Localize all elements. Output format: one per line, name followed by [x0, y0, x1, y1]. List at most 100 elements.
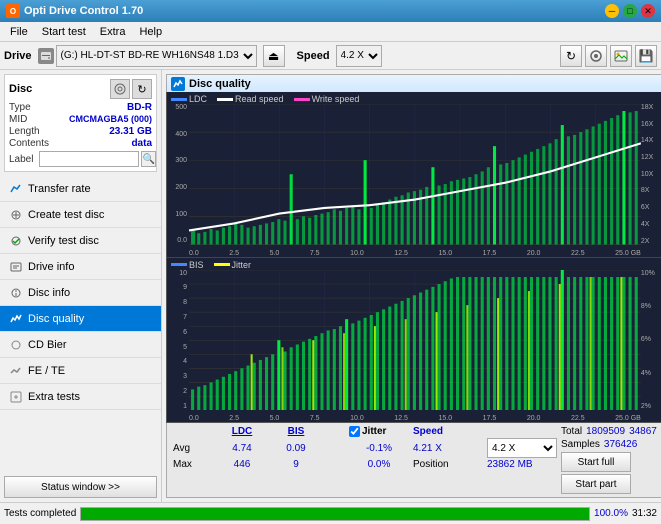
disc-refresh-icon[interactable]: ↻	[132, 79, 152, 99]
save-button[interactable]: 💾	[635, 45, 657, 67]
read-speed-legend-label: Read speed	[235, 94, 284, 104]
disc-label-button[interactable]: 🔍	[141, 151, 155, 167]
type-value: BD-R	[127, 102, 152, 113]
start-part-button[interactable]: Start part	[561, 474, 631, 494]
title-bar: O Opti Drive Control 1.70 ─ □ ✕	[0, 0, 661, 22]
minimize-button[interactable]: ─	[605, 4, 619, 18]
bottom-chart: BIS Jitter	[167, 258, 661, 423]
disc-panel: Disc ↻ Type BD-R MID CMCMAGBA5 (000) Len…	[4, 74, 157, 172]
max-jitter-value: 0.0%	[349, 459, 409, 470]
disc-label-input[interactable]	[39, 151, 139, 167]
top-chart-y-right: 18X 16X 14X 12X 10X 8X 6X 4X 2X	[641, 104, 661, 245]
right-stats: Total 1809509 34867 Samples 376426 Start…	[561, 426, 657, 494]
y-left-400: 400	[175, 131, 187, 138]
start-full-button[interactable]: Start full	[561, 452, 631, 472]
menu-extra[interactable]: Extra	[94, 24, 132, 40]
contents-value: data	[131, 138, 152, 149]
bis-legend-label: BIS	[189, 260, 204, 270]
app-title: Opti Drive Control 1.70	[24, 5, 143, 17]
sidebar-item-extra-tests[interactable]: Extra tests	[0, 384, 161, 410]
disc-quality-header: Disc quality	[166, 74, 661, 92]
sidebar: Disc ↻ Type BD-R MID CMCMAGBA5 (000) Len…	[0, 70, 162, 502]
ldc-legend-color	[171, 98, 187, 101]
sidebar-item-drive-info[interactable]: Drive info	[0, 254, 161, 280]
jitter-checkbox-label[interactable]: Jitter	[362, 426, 386, 437]
mid-value: CMCMAGBA5 (000)	[69, 114, 152, 125]
avg-bis-value: 0.09	[271, 443, 321, 454]
disc-quality-header-icon	[171, 77, 185, 91]
create-test-disc-icon	[8, 207, 24, 223]
sidebar-item-create-test-disc[interactable]: Create test disc	[0, 202, 161, 228]
transfer-rate-icon	[8, 181, 24, 197]
position-label: Position	[413, 459, 483, 470]
jitter-checkbox[interactable]	[349, 426, 360, 437]
samples-label: Samples	[561, 439, 600, 450]
drive-label: Drive	[4, 50, 32, 62]
progress-percent: 100.0%	[594, 508, 628, 519]
sidebar-item-disc-quality[interactable]: Disc quality	[0, 306, 161, 332]
length-label: Length	[9, 126, 40, 137]
menu-file[interactable]: File	[4, 24, 34, 40]
y-left-200: 200	[175, 184, 187, 191]
y-left-0: 0.0	[177, 237, 187, 244]
disc-label-label: Label	[9, 154, 33, 165]
top-chart-x-axis: 0.0 2.5 5.0 7.5 10.0 12.5 15.0 17.5 20.0…	[189, 250, 641, 257]
write-speed-legend-label: Write speed	[312, 94, 360, 104]
jitter-legend-color	[214, 263, 230, 266]
speed-select[interactable]: 4.2 X	[336, 45, 382, 67]
avg-row-label: Avg	[173, 443, 213, 454]
disc-quality-icon	[8, 311, 24, 327]
jitter-checkbox-container[interactable]: Jitter	[349, 426, 409, 437]
drive-select[interactable]: (G:) HL-DT-ST BD-RE WH16NS48 1.D3	[56, 45, 257, 67]
sidebar-item-disc-info[interactable]: Disc info	[0, 280, 161, 306]
avg-jitter-value: -0.1%	[349, 443, 409, 454]
config-button[interactable]	[585, 45, 607, 67]
sidebar-item-fe-te[interactable]: FE / TE	[0, 358, 161, 384]
length-value: 23.31 GB	[109, 126, 152, 137]
legend-read-speed: Read speed	[217, 94, 284, 104]
elapsed-time: 31:32	[632, 508, 657, 519]
refresh-button[interactable]: ↻	[560, 45, 582, 67]
image-button[interactable]	[610, 45, 632, 67]
max-row-label: Max	[173, 459, 213, 470]
top-chart-y-left: 500 400 300 200 100 0.0	[167, 104, 187, 245]
y-left-300: 300	[175, 157, 187, 164]
sidebar-item-transfer-rate[interactable]: Transfer rate	[0, 176, 161, 202]
disc-info-icon	[8, 285, 24, 301]
ldc-col-header: LDC	[217, 426, 267, 437]
content-area: Disc quality LDC Read speed	[162, 70, 661, 502]
sidebar-item-cd-bier[interactable]: CD Bier	[0, 332, 161, 358]
stats-section: LDC BIS Jitter Speed Avg 4.74 0.09 -0.1%…	[166, 423, 661, 498]
bottom-chart-y-left: 10 9 8 7 6 5 4 3 2 1	[167, 270, 187, 411]
status-window-button[interactable]: Status window >>	[4, 476, 157, 498]
legend-jitter: Jitter	[214, 260, 252, 270]
bis-col-header: BIS	[271, 426, 321, 437]
app-icon: O	[6, 4, 20, 18]
speed-dropdown[interactable]: 4.2 X	[487, 438, 557, 458]
stats-grid: LDC BIS Jitter Speed Avg 4.74 0.09 -0.1%…	[173, 426, 557, 470]
menu-start-test[interactable]: Start test	[36, 24, 92, 40]
samples-row: Samples 376426	[561, 439, 657, 450]
total-label: Total	[561, 426, 582, 437]
close-button[interactable]: ✕	[641, 4, 655, 18]
maximize-button[interactable]: □	[623, 4, 637, 18]
disc-quality-title: Disc quality	[189, 78, 251, 90]
sidebar-item-verify-test-disc[interactable]: Verify test disc	[0, 228, 161, 254]
ldc-legend-label: LDC	[189, 94, 207, 104]
speed-stat-label: Speed	[413, 426, 483, 437]
total-row: Total 1809509 34867	[561, 426, 657, 437]
top-chart-svg	[189, 104, 641, 245]
read-speed-legend-color	[217, 98, 233, 101]
mid-label: MID	[9, 114, 27, 125]
drive-info-icon	[8, 259, 24, 275]
status-text: Tests completed	[4, 508, 76, 519]
avg-ldc-value: 4.74	[217, 443, 267, 454]
eject-button[interactable]: ⏏	[263, 45, 285, 67]
bottom-chart-svg	[189, 270, 641, 411]
total-bis: 34867	[629, 426, 657, 437]
menu-help[interactable]: Help	[133, 24, 168, 40]
progress-bar-container	[80, 507, 590, 521]
disc-scan-icon[interactable]	[110, 79, 130, 99]
max-ldc-value: 446	[217, 459, 267, 470]
top-chart-legend: LDC Read speed Write speed	[171, 94, 359, 104]
